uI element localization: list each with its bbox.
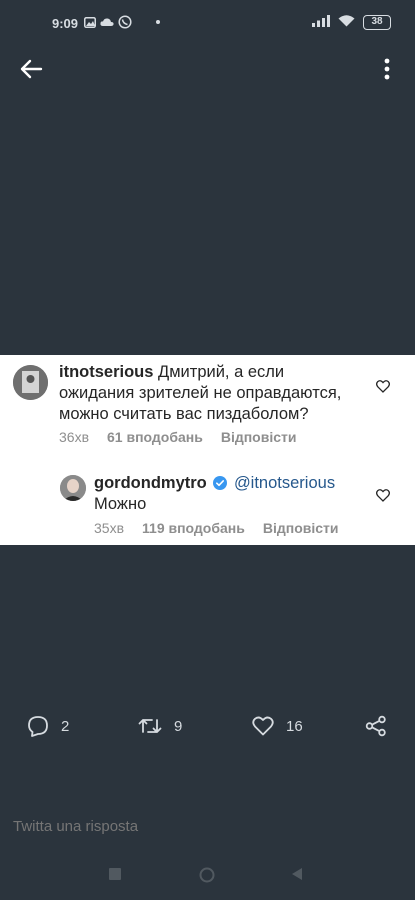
reply-action[interactable]: 2 (27, 708, 69, 744)
viber-icon (118, 15, 132, 29)
comment-age: 35хв (94, 520, 125, 536)
retweet-count: 9 (174, 717, 183, 735)
back-arrow-icon[interactable] (18, 56, 44, 82)
comment-username[interactable]: gordondmytro (94, 474, 207, 492)
comment-screenshot-card: itnotserious Дмитрий, а если ожидания зр… (0, 355, 415, 545)
cloud-icon (100, 18, 114, 26)
status-bar: 9:09 38 (0, 0, 415, 46)
retweet-icon (138, 719, 162, 733)
like-action[interactable]: 16 (252, 708, 303, 744)
image-notification-icon (84, 16, 96, 28)
comment-username[interactable]: itnotserious (59, 363, 153, 381)
notification-icons (84, 15, 160, 29)
more-notifications-dot (156, 20, 160, 24)
status-time: 9:09 (52, 16, 79, 31)
wifi-icon (338, 15, 355, 27)
heart-icon (252, 716, 274, 736)
avatar[interactable] (13, 365, 48, 400)
mention-link[interactable]: @itnotserious (234, 474, 335, 492)
heart-icon[interactable] (376, 380, 390, 393)
reply-button[interactable]: Відповісти (263, 520, 339, 536)
like-count: 16 (286, 717, 303, 735)
comment-meta: 35хв 119 вподобань Відповісти (94, 520, 339, 536)
battery-indicator: 38 (363, 15, 391, 30)
reply-input[interactable] (0, 808, 415, 844)
heart-icon[interactable] (376, 489, 390, 502)
comment-likes[interactable]: 119 вподобань (142, 520, 245, 536)
reply-count: 2 (61, 717, 70, 735)
tweet-actions: 2 9 16 (0, 708, 415, 744)
back-icon[interactable] (290, 867, 304, 881)
verified-badge-icon (213, 476, 228, 490)
comment-meta: 36хв 61 вподобань Відповісти (59, 429, 296, 445)
comment-likes[interactable]: 61 вподобань (107, 429, 203, 445)
more-options-icon[interactable] (381, 56, 393, 82)
comment-body: gordondmytro @itnotserious Можно (94, 473, 364, 515)
share-icon (365, 715, 386, 737)
avatar[interactable] (60, 475, 86, 501)
comment-text: Можно (94, 495, 147, 513)
signal-icon (312, 14, 330, 27)
system-icons (312, 14, 355, 27)
system-nav-bar (0, 858, 415, 892)
reply-button[interactable]: Відповісти (221, 429, 297, 445)
comment-age: 36хв (59, 429, 90, 445)
comment-body: itnotserious Дмитрий, а если ожидания зр… (59, 362, 359, 425)
home-icon[interactable] (199, 867, 215, 883)
reply-icon (28, 716, 48, 737)
share-action[interactable] (365, 708, 387, 744)
retweet-action[interactable]: 9 (138, 708, 182, 744)
recent-apps-icon[interactable] (108, 867, 122, 881)
